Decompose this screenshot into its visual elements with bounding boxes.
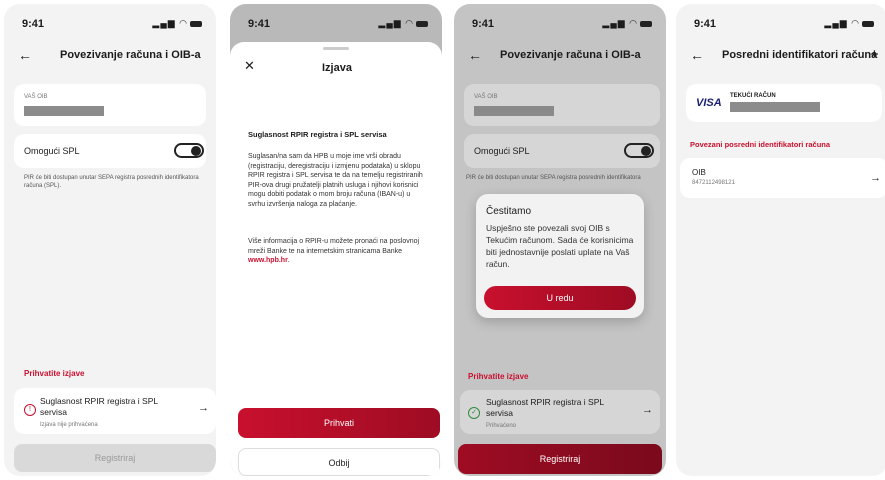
spl-card: Omogući SPL — [14, 134, 206, 168]
status-time: 9:41 — [248, 18, 271, 30]
spl-note: PIR će biti dostupan unutar SEPA registr… — [24, 175, 199, 189]
status-icons: ▂▄▆ ◠ — [824, 18, 874, 29]
battery-icon — [190, 20, 202, 27]
warning-icon: ! — [24, 404, 36, 416]
identifier-item-oib[interactable]: OIB 84721124981​21 → — [680, 158, 885, 198]
spl-note: PIR će biti dostupan unutar SEPA registr… — [466, 175, 641, 181]
signal-icon: ▂▄▆ ◠ — [152, 18, 188, 28]
identifier-label: OIB — [692, 168, 706, 177]
sheet-handle[interactable] — [323, 47, 349, 50]
account-type: TEKUĆI RAČUN — [730, 93, 776, 99]
consent-item[interactable]: ! Suglasnost RPIR registra i SPL servisa… — [14, 388, 216, 434]
register-button[interactable]: Registriraj — [14, 444, 216, 472]
status-time: 9:41 — [22, 18, 45, 30]
check-circle-icon: ✓ — [468, 407, 480, 419]
linked-identifiers-title: Povezani posredni identifikatori računa — [690, 140, 831, 149]
status-icons: ▂▄▆ ◠ — [378, 18, 428, 29]
page-title: Povezivanje računa i OIB-a — [60, 49, 201, 61]
toggle-knob — [641, 146, 651, 156]
paragraph-2-suffix: . — [287, 257, 290, 264]
paragraph-2-text: Više informacija o RPIR-u možete pronaći… — [248, 238, 420, 255]
account-card: VISA TEKUĆI RAČUN — [686, 84, 882, 122]
battery-icon — [416, 20, 428, 27]
oib-label: VAŠ OIB — [474, 94, 498, 100]
spl-card: Omogući SPL — [464, 134, 660, 168]
ok-button[interactable]: U redu — [484, 286, 636, 310]
status-icons: ▂▄▆ ◠ — [602, 18, 652, 29]
spl-toggle[interactable] — [624, 143, 654, 158]
account-number-redacted — [730, 102, 820, 112]
consent-status: Izjava nije prihvaćena — [40, 422, 98, 428]
arrow-right-icon: → — [870, 172, 881, 184]
spl-label: Omogući SPL — [474, 146, 530, 156]
arrow-right-icon: → — [198, 402, 209, 414]
signal-icon: ▂▄▆ ◠ — [602, 18, 638, 28]
status-time: 9:41 — [472, 18, 495, 30]
add-icon[interactable]: + — [870, 46, 879, 63]
back-arrow-icon[interactable]: ← — [468, 47, 482, 63]
consent-item[interactable]: ✓ Suglasnost RPIR registra i SPL servisa… — [460, 390, 660, 434]
signal-icon: ▂▄▆ ◠ — [378, 18, 414, 28]
statement-paragraph-2: Više informacija o RPIR-u možete pronaći… — [248, 237, 426, 266]
status-icons: ▂▄▆ ◠ — [152, 18, 202, 29]
page-title: Posredni identifikatori računa — [722, 49, 878, 61]
hpb-link[interactable]: www.hpb.hr — [248, 257, 288, 264]
oib-label: VAŠ OIB — [24, 94, 48, 100]
accept-statements-title: Prihvatite izjave — [468, 372, 529, 381]
spl-label: Omogući SPL — [24, 146, 80, 156]
oib-card: VAŠ OIB — [464, 84, 660, 126]
consent-title: Suglasnost RPIR registra i SPL servisa — [486, 397, 604, 418]
arrow-right-icon: → — [642, 404, 653, 416]
oib-value-redacted — [24, 106, 104, 116]
consent-status: Prihvaćeno — [486, 423, 517, 429]
register-button[interactable]: Registriraj — [458, 444, 662, 474]
oib-card: VAŠ OIB — [14, 84, 206, 126]
page-title: Povezivanje računa i OIB-a — [500, 49, 641, 61]
success-modal: Čestitamo Uspješno ste povezali svoj OIB… — [476, 194, 644, 318]
visa-logo: VISA — [696, 97, 722, 109]
statement-sheet: ✕ Izjava Suglasnost RPIR registra i SPL … — [230, 42, 442, 476]
screen-link-account: 9:41 ▂▄▆ ◠ ← Povezivanje računa i OIB-a … — [4, 4, 216, 476]
consent-title: Suglasnost RPIR registra i SPL servisa — [40, 396, 158, 417]
oib-value-redacted — [474, 106, 554, 116]
statement-paragraph-1: Suglasan/na sam da HPB u moje ime vrši o… — [248, 153, 423, 208]
status-time: 9:41 — [694, 18, 717, 30]
close-icon[interactable]: ✕ — [244, 58, 255, 74]
decline-button[interactable]: Odbij — [238, 448, 440, 476]
spl-toggle[interactable] — [174, 143, 204, 158]
screen-statement: 9:41 ▂▄▆ ◠ ✕ Izjava Suglasnost RPIR regi… — [230, 4, 442, 476]
signal-icon: ▂▄▆ ◠ — [824, 18, 860, 28]
toggle-knob — [191, 146, 201, 156]
modal-title: Čestitamo — [486, 206, 532, 217]
screen-proxy-identifiers: 9:41 ▂▄▆ ◠ ← Posredni identifikatori rač… — [676, 4, 885, 476]
battery-icon — [862, 20, 874, 27]
screen-success: 9:41 ▂▄▆ ◠ ← Povezivanje računa i OIB-a … — [454, 4, 666, 476]
identifier-value: 84721124981​21 — [692, 180, 735, 186]
modal-text: Uspješno ste povezali svoj OIB s Tekućim… — [486, 223, 634, 269]
accept-statements-title: Prihvatite izjave — [24, 369, 85, 378]
sheet-title: Izjava — [322, 62, 352, 74]
accept-button[interactable]: Prihvati — [238, 408, 440, 438]
back-arrow-icon[interactable]: ← — [18, 47, 32, 63]
battery-icon — [640, 20, 652, 27]
statement-heading: Suglasnost RPIR registra i SPL servisa — [248, 130, 387, 139]
back-arrow-icon[interactable]: ← — [690, 47, 704, 63]
